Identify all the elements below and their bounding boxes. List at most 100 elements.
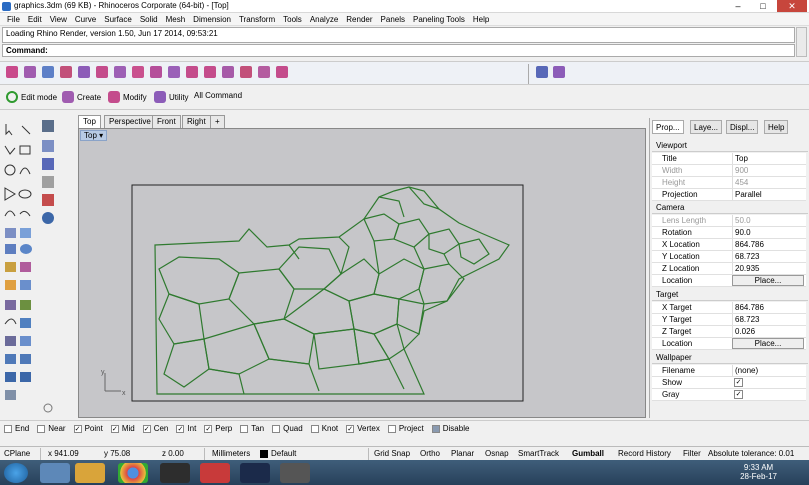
ellipse-icon[interactable] xyxy=(18,189,32,199)
smarttrack-toggle[interactable]: SmartTrack xyxy=(518,449,559,458)
tab-top[interactable]: Top xyxy=(78,115,101,128)
show-checkbox[interactable]: ✓ xyxy=(734,378,743,387)
trim-icon[interactable] xyxy=(5,300,16,310)
osnap-checkbox[interactable]: ✓ xyxy=(142,424,151,433)
toolbar-tool-icon[interactable] xyxy=(114,66,126,78)
menu-surface[interactable]: Surface xyxy=(100,15,136,24)
tab-properties[interactable]: Prop... xyxy=(652,120,684,134)
close-button[interactable]: ✕ xyxy=(777,0,807,12)
osnap-disable[interactable]: Disable xyxy=(431,424,469,433)
command-history-scrollbar[interactable] xyxy=(796,27,807,57)
toolbar-tool-icon[interactable] xyxy=(60,66,72,78)
toolbar-tool-icon[interactable] xyxy=(186,66,198,78)
menu-analyze[interactable]: Analyze xyxy=(306,15,342,24)
record-history-toggle[interactable]: Record History xyxy=(618,449,671,458)
prop-value[interactable]: Top xyxy=(732,153,804,164)
tab-display[interactable]: Displ... xyxy=(726,120,759,134)
minimize-button[interactable]: – xyxy=(727,0,749,12)
osnap-perp[interactable]: ✓ Perp xyxy=(204,424,232,433)
tab-right[interactable]: Right xyxy=(182,115,211,128)
osnap-checkbox[interactable]: ✓ xyxy=(73,424,82,433)
menu-solid[interactable]: Solid xyxy=(136,15,162,24)
toolbar-tool-icon[interactable] xyxy=(150,66,162,78)
menu-transform[interactable]: Transform xyxy=(235,15,279,24)
projection-select[interactable]: Parallel xyxy=(732,189,804,200)
sidebar-toggle-icon[interactable] xyxy=(42,120,54,132)
freeform-icon[interactable] xyxy=(19,210,31,217)
prop-value[interactable]: 864.786 xyxy=(732,239,804,250)
fillet-icon[interactable] xyxy=(4,318,17,325)
osnap-toggle[interactable]: Osnap xyxy=(485,449,509,458)
grid-icon[interactable] xyxy=(42,158,54,170)
transform-icon[interactable] xyxy=(5,280,16,290)
gumball-toggle[interactable]: Gumball xyxy=(572,449,604,458)
solid-sphere-icon[interactable] xyxy=(20,244,32,254)
osnap-checkbox[interactable] xyxy=(240,424,249,433)
app-icon[interactable] xyxy=(200,463,230,483)
osnap-int[interactable]: ✓ Int xyxy=(176,424,196,433)
tab-front[interactable]: Front xyxy=(152,115,181,128)
start-button[interactable] xyxy=(4,463,28,483)
filter-toggle[interactable]: Filter xyxy=(683,449,701,458)
osnap-checkbox[interactable] xyxy=(4,424,12,433)
toolbar-tool-icon[interactable] xyxy=(6,66,18,78)
mesh-tool-icon[interactable] xyxy=(20,262,31,272)
grid-snap-toggle[interactable]: Grid Snap xyxy=(374,449,410,458)
tab-help[interactable]: Help xyxy=(764,120,789,134)
toolbar-tool-icon[interactable] xyxy=(24,66,36,78)
osnap-quad[interactable]: Quad xyxy=(272,424,303,433)
menu-render[interactable]: Render xyxy=(342,15,376,24)
command-input[interactable]: Command: xyxy=(2,44,795,57)
tab-perspective[interactable]: Perspective xyxy=(104,115,156,128)
osnap-checkbox[interactable] xyxy=(431,424,440,433)
render-tool-icon[interactable] xyxy=(553,66,565,78)
gear-icon[interactable] xyxy=(43,403,53,413)
prop-value[interactable]: 864.786 xyxy=(732,302,804,313)
gray-checkbox[interactable]: ✓ xyxy=(734,390,743,399)
system-clock[interactable]: 9:33 AM 28-Feb-17 xyxy=(740,463,777,481)
menu-help[interactable]: Help xyxy=(469,15,493,24)
rhino-app-icon[interactable] xyxy=(2,2,11,11)
prop-value[interactable]: 0.026 xyxy=(732,326,804,337)
surface-tool-icon[interactable] xyxy=(20,228,31,238)
menu-view[interactable]: View xyxy=(46,15,71,24)
prop-value[interactable]: 68.723 xyxy=(732,251,804,262)
prop-value[interactable]: 90.0 xyxy=(732,227,804,238)
dimension-icon[interactable] xyxy=(5,354,16,364)
curve-icon[interactable] xyxy=(4,210,16,217)
toolbar-tool-icon[interactable] xyxy=(258,66,270,78)
toolbar-tool-icon[interactable] xyxy=(78,66,90,78)
osnap-near[interactable]: Near xyxy=(37,424,66,433)
menu-file[interactable]: File xyxy=(3,15,24,24)
cplane-indicator[interactable]: CPlane xyxy=(4,449,30,458)
text-icon[interactable] xyxy=(20,354,31,364)
toolbar-tool-icon[interactable] xyxy=(240,66,252,78)
toolbar-tool-icon[interactable] xyxy=(276,66,288,78)
utility-button[interactable]: Utility xyxy=(154,91,189,103)
osnap-tan[interactable]: Tan xyxy=(240,424,264,433)
line-icon[interactable] xyxy=(21,125,31,135)
osnap-checkbox[interactable]: ✓ xyxy=(110,424,119,433)
units-indicator[interactable]: Millimeters xyxy=(212,449,250,458)
osnap-checkbox[interactable] xyxy=(310,424,319,433)
osnap-cen[interactable]: ✓ Cen xyxy=(142,424,168,433)
render-icon[interactable] xyxy=(20,372,31,382)
osnap-point[interactable]: ✓ Point xyxy=(73,424,103,433)
osnap-checkbox[interactable] xyxy=(37,424,46,433)
planar-toggle[interactable]: Planar xyxy=(451,449,474,458)
muse-icon[interactable] xyxy=(160,463,190,483)
modify-button[interactable]: Modify xyxy=(108,91,147,103)
osnap-checkbox[interactable]: ✓ xyxy=(346,424,355,433)
toolbar-tool-icon[interactable] xyxy=(42,66,54,78)
filename-field[interactable]: (none) xyxy=(732,365,804,376)
toolbar-tool-icon[interactable] xyxy=(132,66,144,78)
split-icon[interactable] xyxy=(20,300,31,310)
boolean-icon[interactable] xyxy=(20,318,31,328)
tab-layers[interactable]: Laye... xyxy=(690,120,723,134)
mesh-icon[interactable] xyxy=(5,262,16,272)
maximize-button[interactable]: □ xyxy=(752,0,774,12)
explorer-icon[interactable] xyxy=(40,463,70,483)
menu-paneling-tools[interactable]: Paneling Tools xyxy=(409,15,469,24)
menu-panels[interactable]: Panels xyxy=(377,15,409,24)
chrome-icon[interactable] xyxy=(118,463,148,483)
